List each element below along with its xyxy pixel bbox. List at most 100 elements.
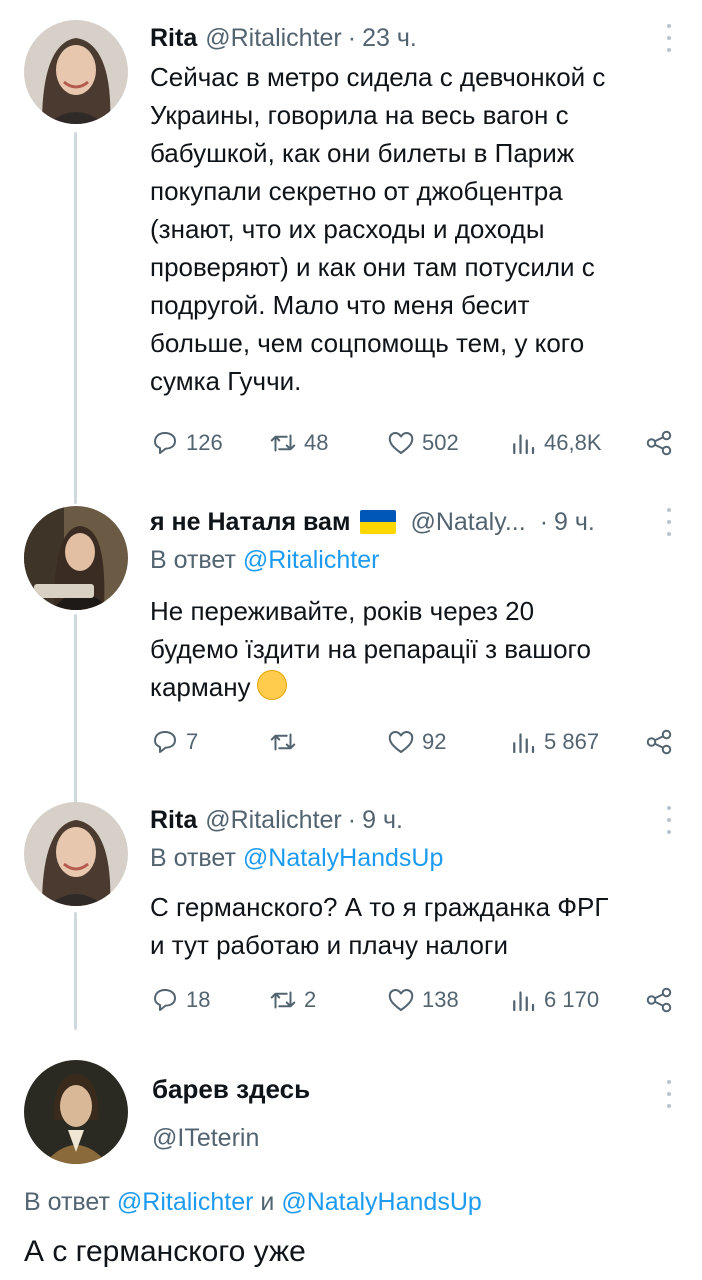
text-line: подругой. Мало что меня бесит: [150, 290, 530, 320]
reply-count: 126: [186, 430, 223, 455]
text-line: (знают, что их расходы и доходы: [150, 214, 545, 244]
tweet-text: А с германского уже: [24, 1235, 306, 1268]
retweet-button[interactable]: [268, 722, 304, 762]
reply-mention[interactable]: @Ritalichter: [243, 546, 380, 574]
action-bar: 18 2 138 6 170: [150, 980, 674, 1020]
avatar[interactable]: [24, 802, 128, 906]
like-button[interactable]: 502: [386, 423, 459, 463]
action-bar: 7 92 5 867: [150, 722, 674, 762]
retweet-button[interactable]: 48: [268, 423, 328, 463]
views-button[interactable]: 5 867: [508, 722, 599, 762]
text-line-content: карману: [150, 672, 251, 702]
avatar[interactable]: [24, 1060, 128, 1164]
tweet-2[interactable]: я не Наталя вам @Nataly... · 9 ч. В отве…: [0, 502, 702, 782]
timestamp[interactable]: 23 ч.: [362, 24, 417, 53]
share-button[interactable]: [644, 423, 674, 463]
reply-icon: [154, 989, 176, 1011]
reply-context: В ответ @Ritalichter: [150, 546, 379, 575]
avatar-image: [24, 802, 128, 906]
avatar-image: [24, 1060, 128, 1164]
avatar[interactable]: [24, 506, 128, 610]
more-icon[interactable]: [666, 806, 672, 834]
reply-mention[interactable]: @NatalyHandsUp: [281, 1188, 481, 1216]
reply-prefix: В ответ: [150, 844, 236, 872]
tweet-header: Rita @Ritalichter · 9 ч.: [150, 800, 678, 840]
text-line: карману: [150, 668, 678, 706]
smiling-face-emoji: [256, 670, 287, 700]
reply-context: В ответ @NatalyHandsUp: [150, 844, 443, 873]
avatar-image: [24, 20, 128, 124]
retweet-icon: [270, 991, 296, 1009]
reply-icon: [154, 432, 176, 454]
reply-count: 7: [186, 729, 199, 754]
views-button[interactable]: 6 170: [508, 980, 599, 1020]
views-count: 6 170: [544, 987, 600, 1012]
tweet-text: С германского? А то я гражданка ФРГ и ту…: [150, 888, 678, 964]
text-line: покупали секретно от джобцентра: [150, 176, 563, 206]
views-icon: [513, 733, 535, 754]
views-count: 5 867: [544, 729, 600, 754]
share-icon: [646, 430, 672, 456]
tweet-3[interactable]: Rita @Ritalichter · 9 ч. В ответ @Nataly…: [0, 800, 702, 1030]
separator-dot: ·: [347, 805, 357, 834]
text-line: и тут работаю и плачу налоги: [150, 930, 508, 960]
user-handle[interactable]: @ITeterin: [152, 1124, 259, 1153]
display-name[interactable]: Rita: [150, 806, 197, 835]
display-name[interactable]: Rita: [150, 24, 197, 53]
ukraine-flag-icon: [360, 510, 397, 534]
more-icon[interactable]: [666, 1080, 672, 1108]
text-line: больше, чем соцпомощь тем, у кого: [150, 328, 585, 358]
like-button[interactable]: 92: [386, 722, 446, 762]
like-icon: [388, 432, 414, 454]
retweet-count: 48: [304, 430, 329, 455]
avatar-image: [24, 506, 128, 610]
separator-dot: ·: [347, 23, 357, 52]
reply-mention[interactable]: @NatalyHandsUp: [243, 844, 443, 872]
views-button[interactable]: 46,8K: [508, 423, 602, 463]
text-line: Не переживайте, років через 20: [150, 596, 535, 626]
retweet-icon: [270, 434, 296, 452]
reply-prefix: В ответ: [150, 546, 236, 574]
more-icon[interactable]: [666, 24, 672, 52]
more-icon[interactable]: [666, 508, 672, 536]
focused-tweet[interactable]: барев здесь @ITeterin В ответ @Ritalicht…: [0, 1060, 702, 1280]
text-line: сумка Гуччи.: [150, 366, 302, 396]
retweet-button[interactable]: 2: [268, 980, 316, 1020]
reply-button[interactable]: 18: [150, 980, 210, 1020]
like-count: 92: [422, 729, 447, 754]
text-line: С германского? А то я гражданка ФРГ: [150, 892, 609, 922]
tweet-header: Rita @Ritalichter · 23 ч.: [150, 18, 678, 58]
like-button[interactable]: 138: [386, 980, 459, 1020]
tweet-1[interactable]: Rita @Ritalichter · 23 ч. Сейчас в метро…: [0, 18, 702, 478]
like-icon: [388, 989, 414, 1011]
reply-mention[interactable]: @Ritalichter: [117, 1188, 254, 1216]
reply-icon: [154, 731, 176, 753]
share-icon: [646, 729, 672, 755]
text-line: будемо їздити на репарації з вашого: [150, 634, 591, 664]
avatar[interactable]: [24, 20, 128, 124]
timestamp[interactable]: 9 ч.: [362, 806, 403, 835]
like-icon: [388, 731, 414, 753]
timestamp[interactable]: 9 ч.: [554, 508, 595, 537]
reply-button[interactable]: 126: [150, 423, 223, 463]
share-button[interactable]: [644, 980, 674, 1020]
display-name[interactable]: я не Наталя вам: [150, 508, 350, 537]
user-handle[interactable]: @Nataly...: [410, 508, 525, 537]
action-bar: 126 48 502 46,8K: [150, 423, 674, 463]
text-line: Сейчас в метро сидела с девчонкой с: [150, 62, 606, 92]
display-name[interactable]: барев здесь: [152, 1074, 310, 1105]
like-count: 502: [422, 430, 459, 455]
tweet-header: я не Наталя вам @Nataly... · 9 ч.: [150, 502, 678, 542]
text-line: Украины, говорила на весь вагон с: [150, 100, 569, 130]
retweet-icon: [270, 733, 296, 751]
reply-prefix: В ответ: [24, 1188, 110, 1216]
separator-dot: ·: [539, 507, 549, 536]
tweet-text: Не переживайте, років через 20 будемо їз…: [150, 592, 678, 706]
user-handle[interactable]: @Ritalichter: [205, 806, 342, 835]
reply-button[interactable]: 7: [150, 722, 198, 762]
views-icon: [513, 991, 535, 1012]
share-button[interactable]: [644, 722, 674, 762]
user-handle[interactable]: @Ritalichter: [205, 24, 342, 53]
text-line: проверяют) и как они там потусили с: [150, 252, 595, 282]
tweet-text: Сейчас в метро сидела с девчонкой с Укра…: [150, 58, 678, 400]
